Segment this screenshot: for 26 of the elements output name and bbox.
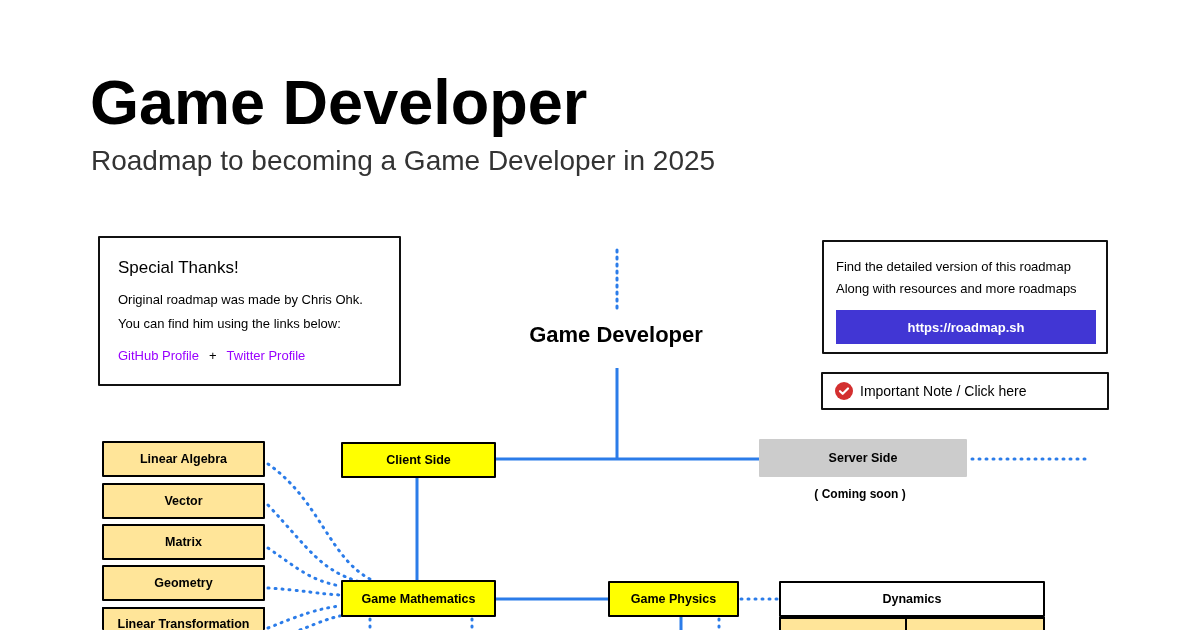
profile-link[interactable]: Twitter Profile (226, 348, 306, 363)
page-subtitle: Roadmap to becoming a Game Developer in 2025 (91, 144, 717, 178)
page-title: Game Developer (90, 66, 589, 138)
card-text: You can find him using the links below: (118, 315, 342, 333)
check-icon (835, 382, 853, 400)
topic-node[interactable]: Linear Algebra (102, 441, 265, 477)
topic-node[interactable]: Dynamics (779, 581, 1045, 617)
topic-node[interactable]: Game Mathematics (341, 580, 496, 617)
topic-node[interactable]: Vector (102, 483, 265, 519)
topic-node[interactable]: Game Physics (608, 581, 739, 617)
topic-node[interactable]: Linear Transformation (102, 607, 265, 630)
topic-node[interactable]: Matrix (102, 524, 265, 560)
plus-sign: + (208, 348, 217, 363)
profile-link[interactable]: GitHub Profile (118, 348, 199, 363)
card-text: Along with resources and more roadmaps (836, 280, 1078, 298)
topic-node[interactable]: Geometry (102, 565, 265, 601)
roadmap-title: Game Developer (528, 322, 704, 348)
note-button[interactable]: Important Note / Click here (821, 372, 1109, 410)
roadmap-link-button[interactable]: https://roadmap.sh (836, 310, 1096, 344)
coming-soon-caption: ( Coming soon ) (813, 487, 907, 501)
card-text: Find the detailed version of this roadmap (836, 258, 1072, 276)
card-heading: Special Thanks! (118, 258, 240, 278)
dotted-connector (615, 248, 619, 310)
topic-node[interactable]: Client Side (341, 442, 496, 478)
topic-node[interactable]: Server Side (759, 439, 967, 477)
card-text: Original roadmap was made by Chris Ohk. (118, 291, 364, 309)
